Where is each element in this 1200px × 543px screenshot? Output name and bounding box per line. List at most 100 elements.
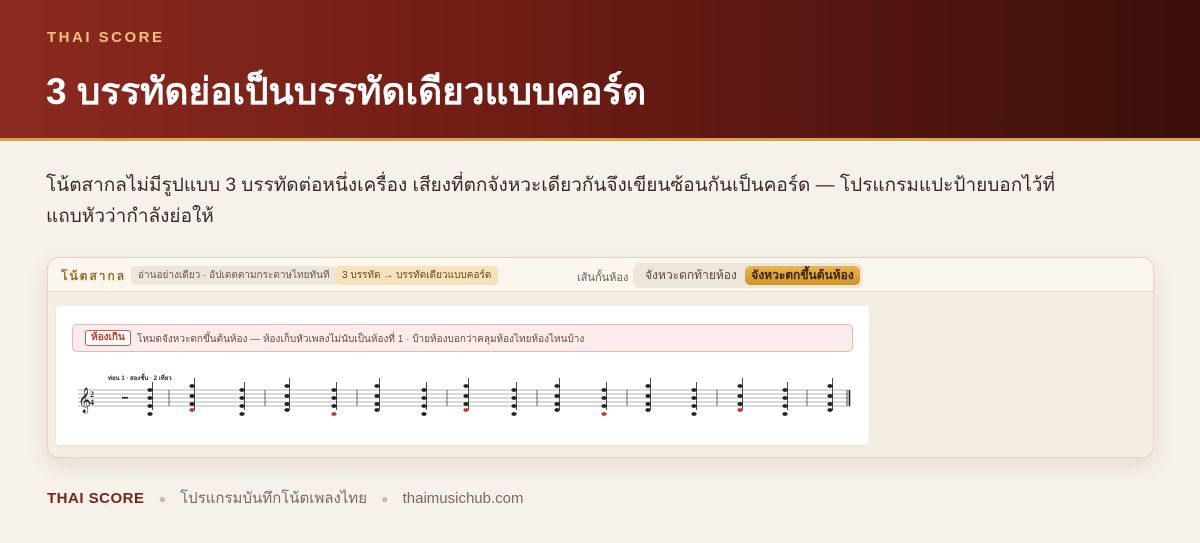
chord-column: [189, 378, 195, 412]
page-header: THAI SCORE 3 บรรทัดย่อเป็นบรรทัดเดียวแบบ…: [0, 0, 1200, 141]
note-head: [782, 404, 788, 408]
note-head: [554, 394, 560, 398]
note-head: [374, 408, 380, 412]
footer-separator: ●: [381, 492, 389, 506]
chord-column: [601, 382, 607, 416]
note-head: [331, 404, 337, 408]
footer-brand: THAI SCORE: [47, 490, 145, 507]
rest-mark: [122, 397, 128, 399]
chord-columns: [147, 378, 833, 416]
note-head: [147, 396, 153, 400]
note-head: [374, 402, 380, 406]
toolbar-title: โน้ตสากล: [61, 269, 127, 283]
note-head: [463, 384, 469, 388]
time-sig-bottom: 4: [90, 398, 94, 407]
note-head: [554, 384, 560, 388]
note-head: [737, 394, 743, 398]
chord-column: [554, 378, 561, 412]
barline-option-start[interactable]: จังหวะตกขึ้นต้นห้อง: [745, 266, 860, 285]
note-head: [601, 388, 607, 392]
note-head: [691, 412, 697, 416]
chord-column: [645, 378, 651, 412]
overflow-alert: ห้องเกิน โหมดจังหวะตกขึ้นต้นห้อง — ห้องเ…: [72, 324, 853, 352]
note-head: [463, 394, 469, 398]
chord-column: [331, 382, 338, 416]
note-head: [189, 394, 195, 398]
note-head: [284, 394, 290, 398]
note-head: [374, 394, 380, 398]
note-head: [601, 412, 607, 416]
section-label: ท่อน 1 · สองชั้น · 2 เที่ยว: [108, 372, 172, 382]
note-head: [147, 388, 153, 392]
barline-option-end[interactable]: จังหวะตกท้ายห้อง: [639, 266, 743, 285]
note-head: [827, 384, 833, 388]
chord-column: [463, 378, 470, 412]
chord-column: [511, 382, 518, 416]
score-toolbar: โน้ตสากล อ่านอย่างเดียว · อัปเดตตามกระดา…: [48, 258, 1153, 292]
note-head: [645, 408, 651, 412]
note-head: [239, 388, 245, 392]
page-title: 3 บรรทัดย่อเป็นบรรทัดเดียวแบบคอร์ด: [46, 71, 647, 112]
page-footer: THAI SCORE ● โปรแกรมบันทึกโน้ตเพลงไทย ● …: [47, 486, 523, 510]
note-head: [147, 412, 153, 416]
note-head: [691, 404, 697, 408]
chord-column: [782, 382, 788, 416]
note-head: [737, 384, 743, 388]
note-head: [645, 384, 651, 388]
note-head: [147, 404, 153, 408]
note-head: [239, 396, 245, 400]
note-head: [691, 396, 697, 400]
note-head: [737, 408, 743, 412]
chord-column: [737, 378, 743, 412]
note-head: [374, 384, 380, 388]
note-head: [645, 402, 651, 406]
note-head: [331, 412, 337, 416]
score-sheet: ห้องเกิน โหมดจังหวะตกขึ้นต้นห้อง — ห้องเ…: [56, 306, 869, 445]
note-head: [782, 412, 788, 416]
note-head: [421, 396, 427, 400]
footer-site[interactable]: thaimusichub.com: [403, 490, 524, 507]
note-head: [421, 412, 427, 416]
layout-mode-badge: 3 บรรทัด → บรรทัดเดียวแบบคอร์ด: [335, 266, 499, 285]
note-head: [239, 404, 245, 408]
note-head: [554, 408, 560, 412]
note-head: [645, 394, 651, 398]
chord-column: [421, 382, 428, 416]
page-description: โน้ตสากลไม่มีรูปแบบ 3 บรรทัดต่อหนึ่งเครื…: [46, 175, 1055, 227]
note-head: [601, 404, 607, 408]
barline-label: เส้นกั้นห้อง: [577, 272, 629, 284]
footer-separator: ●: [158, 492, 166, 506]
note-head: [331, 388, 337, 392]
note-head: [463, 408, 469, 412]
note-head: [189, 384, 195, 388]
barline-mode-toggle: จังหวะตกท้ายห้อง จังหวะตกขึ้นต้นห้อง: [633, 263, 863, 288]
note-head: [601, 396, 607, 400]
note-head: [284, 402, 290, 406]
note-head: [421, 388, 427, 392]
note-head: [827, 408, 833, 412]
chord-column: [147, 382, 153, 416]
note-head: [737, 402, 743, 406]
note-head: [511, 388, 517, 392]
note-head: [189, 402, 195, 406]
note-head: [511, 404, 517, 408]
alert-badge: ห้องเกิน: [85, 330, 131, 346]
footer-tagline: โปรแกรมบันทึกโน้ตเพลงไทย: [180, 490, 367, 507]
readonly-badge: อ่านอย่างเดียว · อัปเดตตามกระดาษไทยทันที: [131, 266, 337, 285]
note-head: [554, 402, 560, 406]
chord-column: [827, 378, 833, 412]
note-head: [284, 384, 290, 388]
note-head: [511, 412, 517, 416]
chord-column: [284, 378, 291, 412]
note-head: [827, 402, 833, 406]
note-head: [691, 388, 697, 392]
note-head: [421, 404, 427, 408]
note-head: [782, 396, 788, 400]
note-head: [827, 394, 833, 398]
note-head: [331, 396, 337, 400]
alert-text: โหมดจังหวะตกขึ้นต้นห้อง — ห้องเก็บหัวเพล…: [137, 334, 585, 345]
note-head: [239, 412, 245, 416]
note-head: [511, 396, 517, 400]
score-preview-panel: โน้ตสากล อ่านอย่างเดียว · อัปเดตตามกระดา…: [47, 257, 1154, 458]
brand-eyebrow: THAI SCORE: [47, 29, 165, 46]
